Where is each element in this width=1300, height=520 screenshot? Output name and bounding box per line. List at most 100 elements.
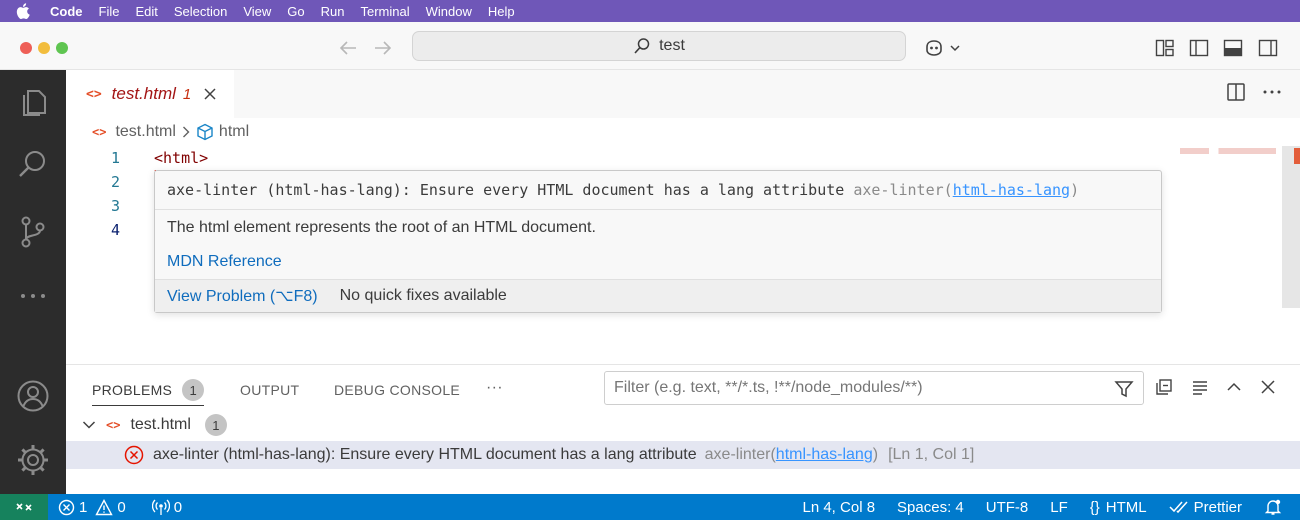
split-editor-icon[interactable]: [1226, 82, 1246, 107]
macos-menu-bar: Code File Edit Selection View Go Run Ter…: [0, 0, 1300, 22]
html-file-icon: <>: [106, 418, 121, 432]
search-icon[interactable]: [0, 140, 66, 188]
menu-help[interactable]: Help: [480, 4, 523, 19]
html-file-icon: <>: [92, 125, 107, 139]
source-control-icon[interactable]: [0, 208, 66, 256]
back-arrow-icon[interactable]: [336, 36, 360, 60]
notifications-bell-icon[interactable]: [1264, 498, 1282, 516]
menu-go[interactable]: Go: [279, 4, 312, 19]
language-mode[interactable]: {} HTML: [1090, 499, 1147, 516]
tab-output[interactable]: OUTPUT: [240, 382, 299, 398]
error-count: 1: [79, 498, 88, 516]
forward-arrow-icon[interactable]: [371, 36, 395, 60]
close-panel-icon[interactable]: [1258, 377, 1278, 397]
problem-source: axe-linter(: [704, 446, 776, 463]
menu-terminal[interactable]: Terminal: [353, 4, 418, 19]
zoom-window-button[interactable]: [56, 42, 68, 54]
explorer-icon[interactable]: [0, 78, 66, 126]
problem-list-item[interactable]: axe-linter (html-has-lang): Ensure every…: [66, 441, 1300, 469]
activity-bar: [0, 70, 66, 494]
line-number: 2: [110, 173, 120, 191]
symbol-cube-icon: [196, 123, 214, 141]
hover-rule-link[interactable]: html-has-lang: [953, 181, 1070, 199]
indentation[interactable]: Spaces: 4: [897, 499, 964, 516]
remote-indicator-icon[interactable]: [0, 494, 48, 520]
status-bar: 1 0 0 Ln 4, Col 8 Spaces: 4 UTF-8 LF {} …: [0, 494, 1300, 520]
more-views-icon[interactable]: [0, 272, 66, 320]
collapse-all-icon[interactable]: [1154, 377, 1174, 397]
problems-count-badge: 1: [182, 379, 205, 401]
tab-problem-count: 1: [182, 85, 192, 103]
breadcrumb-file[interactable]: test.html: [115, 123, 175, 141]
close-window-button[interactable]: [20, 42, 32, 54]
maximize-panel-icon[interactable]: [1224, 377, 1244, 397]
problems-file-group[interactable]: <> test.html 1: [66, 411, 1300, 439]
end-of-line[interactable]: LF: [1050, 499, 1068, 516]
accounts-icon[interactable]: [0, 372, 66, 420]
problem-rule-link[interactable]: html-has-lang: [776, 446, 873, 464]
double-check-icon: [1169, 501, 1188, 514]
editor-tabs: <> test.html 1: [66, 70, 1300, 118]
ports-status[interactable]: 0: [151, 499, 182, 516]
toggle-panel-icon[interactable]: [1222, 36, 1244, 60]
bottom-panel: PROBLEMS 1 OUTPUT DEBUG CONSOLE ··· Filt…: [66, 364, 1300, 494]
tab-title: test.html: [111, 84, 176, 103]
error-icon: [58, 499, 75, 515]
language-mode-label: HTML: [1105, 498, 1147, 516]
menu-view[interactable]: View: [235, 4, 279, 19]
close-icon[interactable]: [203, 87, 217, 101]
view-as-list-icon[interactable]: [1190, 377, 1210, 397]
breadcrumb-symbol[interactable]: html: [219, 123, 249, 141]
view-problem-link[interactable]: View Problem (⌥F8): [167, 286, 318, 306]
tab-problems-label: PROBLEMS: [92, 382, 173, 398]
customize-layout-icon[interactable]: [1154, 36, 1176, 60]
problems-filter-input[interactable]: Filter (e.g. text, **/*.ts, !**/node_mod…: [604, 371, 1144, 405]
tab-problems[interactable]: PROBLEMS 1: [92, 379, 205, 406]
hover-description: The html element represents the root of …: [167, 219, 596, 236]
scrollbar-error-marker: [1294, 148, 1300, 164]
problem-position: [Ln 1, Col 1]: [888, 446, 975, 463]
tab-test-html[interactable]: <> test.html 1: [66, 70, 234, 118]
tab-debug-console[interactable]: DEBUG CONSOLE: [334, 382, 460, 398]
menu-code[interactable]: Code: [42, 4, 91, 19]
chevron-right-icon: [182, 126, 190, 138]
hover-diagnostic-message: axe-linter (html-has-lang): Ensure every…: [167, 181, 845, 199]
filter-icon[interactable]: [1114, 379, 1134, 404]
encoding[interactable]: UTF-8: [986, 499, 1029, 516]
chevron-down-icon: [82, 420, 96, 430]
menu-edit[interactable]: Edit: [127, 4, 165, 19]
search-icon: [634, 38, 650, 54]
problems-status[interactable]: 1 0: [58, 499, 126, 516]
menu-run[interactable]: Run: [313, 4, 353, 19]
minimize-window-button[interactable]: [38, 42, 50, 54]
toggle-primary-sidebar-icon[interactable]: [1188, 36, 1210, 60]
html-file-icon: <>: [86, 86, 102, 102]
copilot-icon[interactable]: [922, 36, 964, 60]
line-number: 3: [110, 197, 120, 215]
menu-file[interactable]: File: [91, 4, 128, 19]
menu-selection[interactable]: Selection: [166, 4, 235, 19]
broadcast-icon: [151, 499, 170, 515]
problems-file-name: test.html: [130, 416, 191, 433]
minimap[interactable]: [1180, 148, 1276, 154]
problem-message: axe-linter (html-has-lang): Ensure every…: [153, 446, 697, 463]
menu-window[interactable]: Window: [418, 4, 480, 19]
toggle-secondary-sidebar-icon[interactable]: [1257, 36, 1279, 60]
prettier-status[interactable]: Prettier: [1169, 499, 1242, 516]
warning-icon: [95, 498, 114, 515]
hover-diagnostic-close: ): [1070, 181, 1080, 199]
more-actions-icon[interactable]: [1262, 82, 1282, 107]
breadcrumb: <> test.html html: [66, 118, 1176, 146]
line-number: 1: [110, 149, 120, 167]
braces-icon: {}: [1089, 498, 1100, 516]
apple-icon[interactable]: [16, 3, 34, 19]
command-center-text: test: [659, 37, 685, 54]
panel-more-icon[interactable]: ···: [486, 379, 503, 397]
cursor-position[interactable]: Ln 4, Col 8: [802, 499, 875, 516]
mdn-reference-link[interactable]: MDN Reference: [167, 253, 282, 271]
manage-gear-icon[interactable]: [0, 436, 66, 484]
hover-status-bar: View Problem (⌥F8) No quick fixes availa…: [155, 279, 1161, 312]
command-center-search[interactable]: test: [412, 31, 906, 61]
editor-scrollbar[interactable]: [1282, 146, 1300, 308]
hover-divider: [155, 209, 1161, 210]
